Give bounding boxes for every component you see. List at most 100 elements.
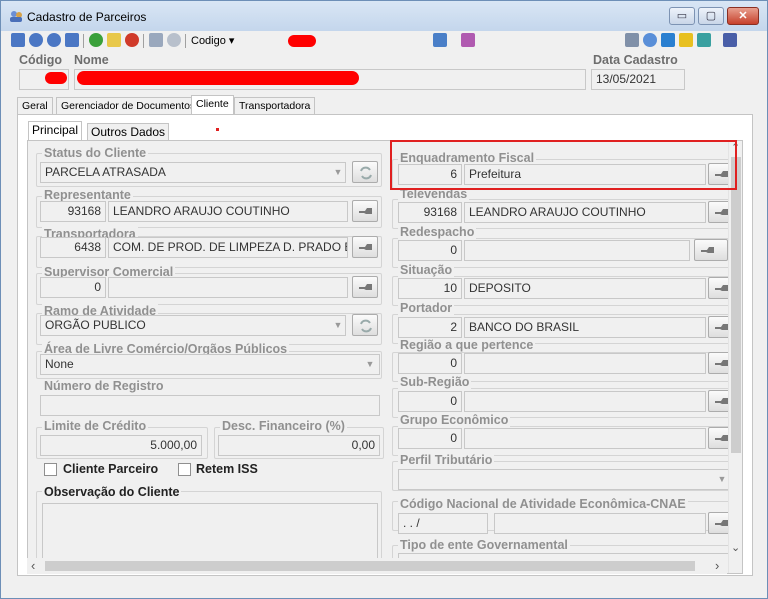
search-icon[interactable] (643, 33, 657, 47)
edit-icon[interactable] (107, 33, 121, 47)
undo-icon[interactable] (167, 33, 181, 47)
desc-field[interactable]: 0,00 (218, 435, 380, 456)
grupo-code[interactable]: 0 (398, 428, 462, 449)
maximize-button[interactable]: ▢ (698, 7, 724, 25)
status-refresh-button[interactable] (352, 161, 378, 183)
transportadora-code[interactable]: 6438 (40, 237, 106, 258)
data-cadastro-label: Data Cadastro (593, 53, 678, 67)
numero-registro-field[interactable] (40, 395, 380, 416)
next-record-icon[interactable] (47, 33, 61, 47)
toolbar-separator (83, 34, 84, 48)
chart-icon[interactable] (461, 33, 475, 47)
scroll-left-arrow[interactable]: ‹ (31, 558, 35, 573)
representante-lookup-button[interactable] (352, 200, 378, 222)
toolbar-separator (143, 34, 144, 48)
cnae-label: Código Nacional de Atividade Econômica-C… (398, 497, 688, 511)
user-icon[interactable] (697, 33, 711, 47)
subregiao-label: Sub-Região (398, 375, 472, 389)
limite-field[interactable]: 5.000,00 (40, 435, 202, 456)
ramo-refresh-button[interactable] (352, 314, 378, 336)
tab-gerenciador-documentos[interactable]: Gerenciador de Documentos (56, 97, 201, 115)
representante-name: LEANDRO ARAUJO COUTINHO (108, 201, 348, 222)
codigo-search-dropdown[interactable]: Codigo ▾ (191, 34, 234, 47)
codigo-label: Código (19, 53, 63, 67)
horizontal-scroll-thumb[interactable] (45, 561, 695, 571)
situacao-label: Situação (398, 263, 455, 277)
supervisor-name (108, 277, 348, 298)
add-icon[interactable] (89, 33, 103, 47)
redacted-codigo (45, 72, 67, 84)
cnae-code-field[interactable]: . . / (398, 513, 488, 534)
supervisor-lookup-button[interactable] (352, 276, 378, 298)
save-icon[interactable] (149, 33, 163, 47)
numero-registro-label: Número de Registro (42, 379, 166, 393)
redespacho-name (464, 240, 690, 261)
desc-label: Desc. Financeiro (%) (220, 419, 347, 433)
previous-record-icon[interactable] (29, 33, 43, 47)
portador-name: BANCO DO BRASIL (464, 317, 706, 338)
status-combo[interactable]: PARCELA ATRASADA (40, 162, 346, 183)
regiao-code[interactable]: 0 (398, 353, 462, 374)
transportadora-lookup-button[interactable] (352, 236, 378, 258)
area-combo[interactable]: None (40, 354, 380, 375)
title-bar: Cadastro de Parceiros ▭ ▢ ✕ (1, 1, 767, 31)
subregiao-code[interactable]: 0 (398, 391, 462, 412)
situacao-code[interactable]: 10 (398, 278, 462, 299)
cliente-parceiro-checkbox[interactable] (44, 463, 57, 476)
menu-icon[interactable] (723, 33, 737, 47)
televendas-code[interactable]: 93168 (398, 202, 462, 223)
close-button[interactable]: ✕ (727, 7, 759, 25)
print-icon[interactable] (625, 33, 639, 47)
status-label: Status do Cliente (42, 146, 149, 160)
refresh-icon[interactable] (661, 33, 675, 47)
redespacho-lookup-button[interactable] (694, 239, 728, 261)
grupo-label: Grupo Econômico (398, 413, 511, 427)
refresh-icon (360, 166, 372, 180)
hand-pointer-icon (359, 208, 372, 214)
red-marker (216, 128, 219, 131)
grupo-name (464, 428, 706, 449)
tab-cliente[interactable]: Cliente (191, 95, 234, 115)
ramo-combo[interactable]: ORGÃO PUBLICO (40, 315, 346, 336)
redespacho-code[interactable]: 0 (398, 240, 462, 261)
representante-code[interactable]: 93168 (40, 201, 106, 222)
tab-principal[interactable]: Principal (28, 121, 83, 142)
representante-label: Representante (42, 188, 133, 202)
app-icon (10, 11, 22, 22)
televendas-name: LEANDRO ARAUJO COUTINHO (464, 202, 706, 223)
refresh-icon (360, 319, 372, 333)
highlight-box (390, 140, 737, 190)
first-record-icon[interactable] (11, 33, 25, 47)
grid-view-icon[interactable] (433, 33, 447, 47)
vertical-scrollbar[interactable]: ⌃ ⌄ (728, 141, 742, 573)
regiao-label: Região a que pertence (398, 338, 536, 352)
chevron-down-icon: ▼ (333, 167, 343, 177)
hand-pointer-icon (359, 284, 372, 290)
minimize-button[interactable]: ▭ (669, 7, 695, 25)
tipo-ente-label: Tipo de ente Governamental (398, 538, 570, 552)
filter-icon[interactable] (679, 33, 693, 47)
vertical-scroll-thumb[interactable] (731, 157, 741, 453)
scroll-down-arrow[interactable]: ⌄ (731, 541, 740, 554)
chevron-down-icon: ▼ (365, 359, 375, 369)
last-record-icon[interactable] (65, 33, 79, 47)
main-window: Cadastro de Parceiros ▭ ▢ ✕ Codigo ▾ Cód… (0, 0, 768, 599)
chevron-down-icon: ▼ (333, 320, 343, 330)
tab-transportadora[interactable]: Transportadora (234, 97, 316, 115)
tab-geral[interactable]: Geral (17, 97, 53, 115)
limite-label: Limite de Crédito (42, 419, 149, 433)
horizontal-scrollbar[interactable]: ‹ › (27, 558, 727, 574)
retem-iss-checkbox[interactable] (178, 463, 191, 476)
principal-content: Status do Cliente PARCELA ATRASADA ▼ Rep… (27, 140, 743, 574)
nome-label: Nome (74, 53, 109, 67)
delete-icon[interactable] (125, 33, 139, 47)
perfil-combo[interactable] (398, 469, 732, 490)
redespacho-label: Redespacho (398, 225, 477, 239)
supervisor-code[interactable]: 0 (40, 277, 106, 298)
scroll-right-arrow[interactable]: › (715, 558, 719, 573)
regiao-name (464, 353, 706, 374)
portador-code[interactable]: 2 (398, 317, 462, 338)
redacted-search-value (288, 35, 316, 47)
portador-label: Portador (398, 301, 455, 315)
hand-pointer-icon (701, 247, 714, 253)
